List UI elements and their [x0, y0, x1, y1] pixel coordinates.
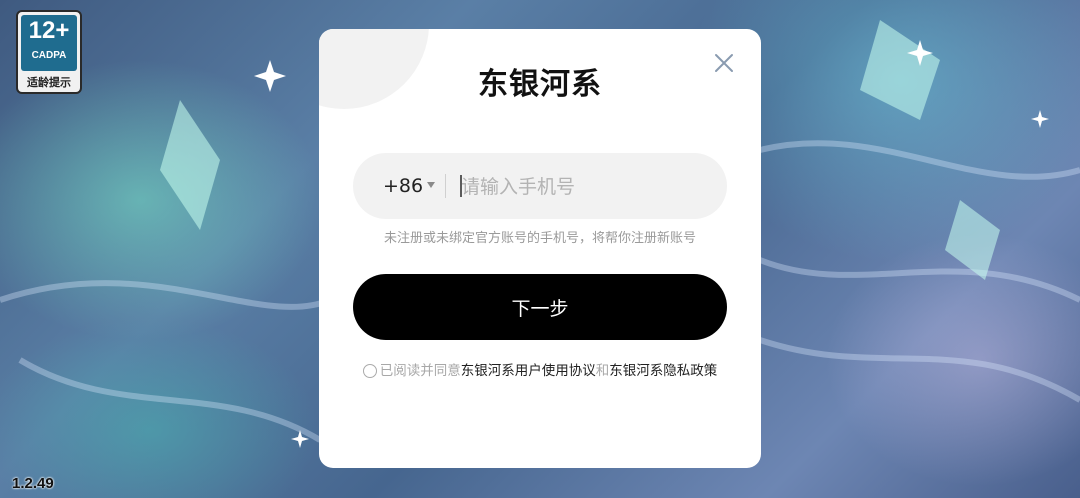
close-button[interactable]: [711, 50, 737, 76]
text-cursor: [460, 175, 462, 197]
phone-input[interactable]: [459, 163, 713, 211]
privacy-policy-link[interactable]: 东银河系隐私政策: [609, 363, 717, 379]
login-dialog: 东银河系 +86 未注册或未绑定官方账号的手机号，将帮你注册新账号 下一步 已阅…: [319, 29, 761, 468]
rating-org: CADPA: [31, 50, 67, 61]
radio-icon[interactable]: [362, 364, 377, 378]
agreement-prefix: 已阅读并同意: [379, 363, 461, 379]
version-label: 1.2.49: [12, 475, 54, 492]
agreement-row: 已阅读并同意东银河系用户使用协议和东银河系隐私政策: [319, 359, 761, 379]
phone-field: +86: [353, 153, 727, 219]
next-button[interactable]: 下一步: [353, 274, 727, 340]
field-divider: [445, 174, 446, 198]
age-rating-badge: 12+ CADPA 适龄提示: [16, 10, 82, 94]
dropdown-caret-icon[interactable]: [427, 182, 435, 188]
country-code-selector[interactable]: +86: [383, 153, 423, 219]
age-rating-hint: 适龄提示: [27, 76, 71, 89]
close-icon: [715, 54, 733, 72]
age-rating-value: 12+: [28, 17, 70, 44]
agreement-joiner: 和: [595, 363, 610, 379]
brand-logo: 东银河系: [478, 67, 602, 102]
user-agreement-link[interactable]: 东银河系用户使用协议: [461, 363, 596, 379]
registration-hint: 未注册或未绑定官方账号的手机号，将帮你注册新账号: [383, 231, 696, 246]
